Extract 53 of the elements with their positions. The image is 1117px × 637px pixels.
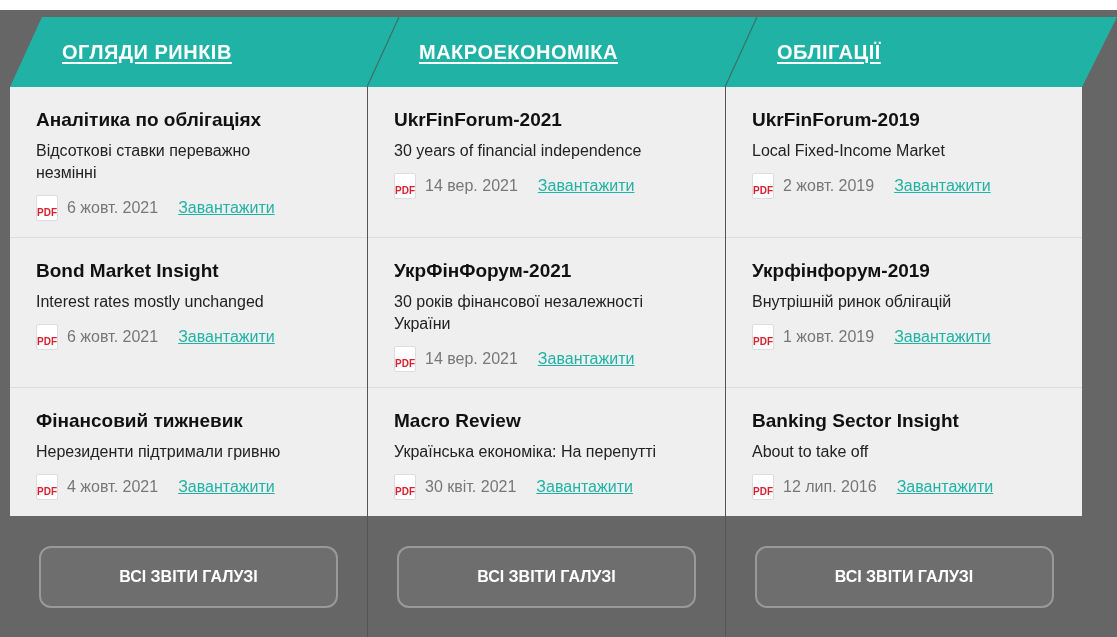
pdf-icon: PDF	[394, 346, 416, 372]
download-link[interactable]: Завантажити	[178, 328, 275, 346]
pdf-icon: PDF	[36, 474, 58, 500]
report-date: 6 жовт. 2021	[67, 199, 159, 217]
report-subtitle: Interest rates mostly unchanged	[36, 292, 265, 312]
all-reports-button[interactable]: ВСІ ЗВІТИ ГАЛУЗІ	[754, 545, 1054, 608]
report-date: 30 квіт. 2021	[425, 478, 517, 496]
report-subtitle: About to take off	[752, 442, 870, 462]
pdf-icon: PDF	[752, 324, 774, 350]
report-title: UkrFinForum-2021	[394, 109, 563, 131]
report-date: 6 жовт. 2021	[67, 328, 159, 346]
pdf-icon: PDF	[752, 173, 774, 199]
download-link[interactable]: Завантажити	[537, 177, 635, 195]
report-title: Bond Market Insight	[36, 260, 220, 282]
report-date: 1 жовт. 2019	[783, 328, 875, 346]
report-subtitle: Внутрішній ринок облігацій	[752, 292, 953, 312]
report-date: 14 вер. 2021	[425, 350, 518, 368]
report-date: 2 жовт. 2019	[783, 177, 875, 195]
category-link[interactable]: ОГЛЯДИ РИНКІВ	[62, 40, 232, 64]
category-link[interactable]: МАКРОЕКОНОМІКА	[419, 40, 618, 64]
report-title: Macro Review	[394, 410, 522, 432]
column-divider	[366, 17, 400, 87]
pdf-icon: PDF	[394, 173, 416, 199]
report-date: 14 вер. 2021	[425, 177, 518, 195]
report-title: UkrFinForum-2019	[752, 109, 921, 131]
download-link[interactable]: Завантажити	[178, 199, 275, 217]
report-subtitle: Відсоткові ставки переважно незмінні	[36, 141, 252, 183]
report-subtitle: Українська економіка: На перепутті	[394, 442, 658, 462]
report-title: Banking Sector Insight	[752, 410, 960, 432]
report-subtitle: 30 years of financial independence	[394, 141, 643, 161]
all-reports-button[interactable]: ВСІ ЗВІТИ ГАЛУЗІ	[39, 545, 338, 608]
report-title: Фінансовий тижневик	[36, 410, 244, 432]
report-title: Укрфінфорум-2019	[752, 260, 931, 282]
column-divider	[724, 17, 758, 87]
download-link[interactable]: Завантажити	[537, 350, 635, 368]
report-subtitle: Нерезиденти підтримали гривню	[36, 442, 282, 462]
download-link[interactable]: Завантажити	[894, 328, 991, 346]
report-date: 4 жовт. 2021	[67, 478, 159, 496]
category-link[interactable]: ОБЛІГАЦІЇ	[777, 40, 881, 64]
download-link[interactable]: Завантажити	[894, 177, 991, 195]
pdf-icon: PDF	[752, 474, 774, 500]
download-link[interactable]: Завантажити	[896, 478, 994, 496]
report-subtitle: 30 років фінансової незалежності України	[394, 292, 644, 334]
report-title: Аналітика по облігаціях	[36, 109, 263, 131]
pdf-icon: PDF	[36, 324, 58, 350]
report-date: 12 лип. 2016	[783, 478, 877, 496]
report-title: УкрФінФорум-2021	[394, 260, 573, 282]
pdf-icon: PDF	[36, 195, 58, 221]
report-subtitle: Local Fixed-Income Market	[752, 141, 946, 161]
download-link[interactable]: Завантажити	[536, 478, 633, 496]
pdf-icon: PDF	[394, 474, 416, 500]
download-link[interactable]: Завантажити	[178, 478, 275, 496]
all-reports-button[interactable]: ВСІ ЗВІТИ ГАЛУЗІ	[397, 545, 696, 608]
